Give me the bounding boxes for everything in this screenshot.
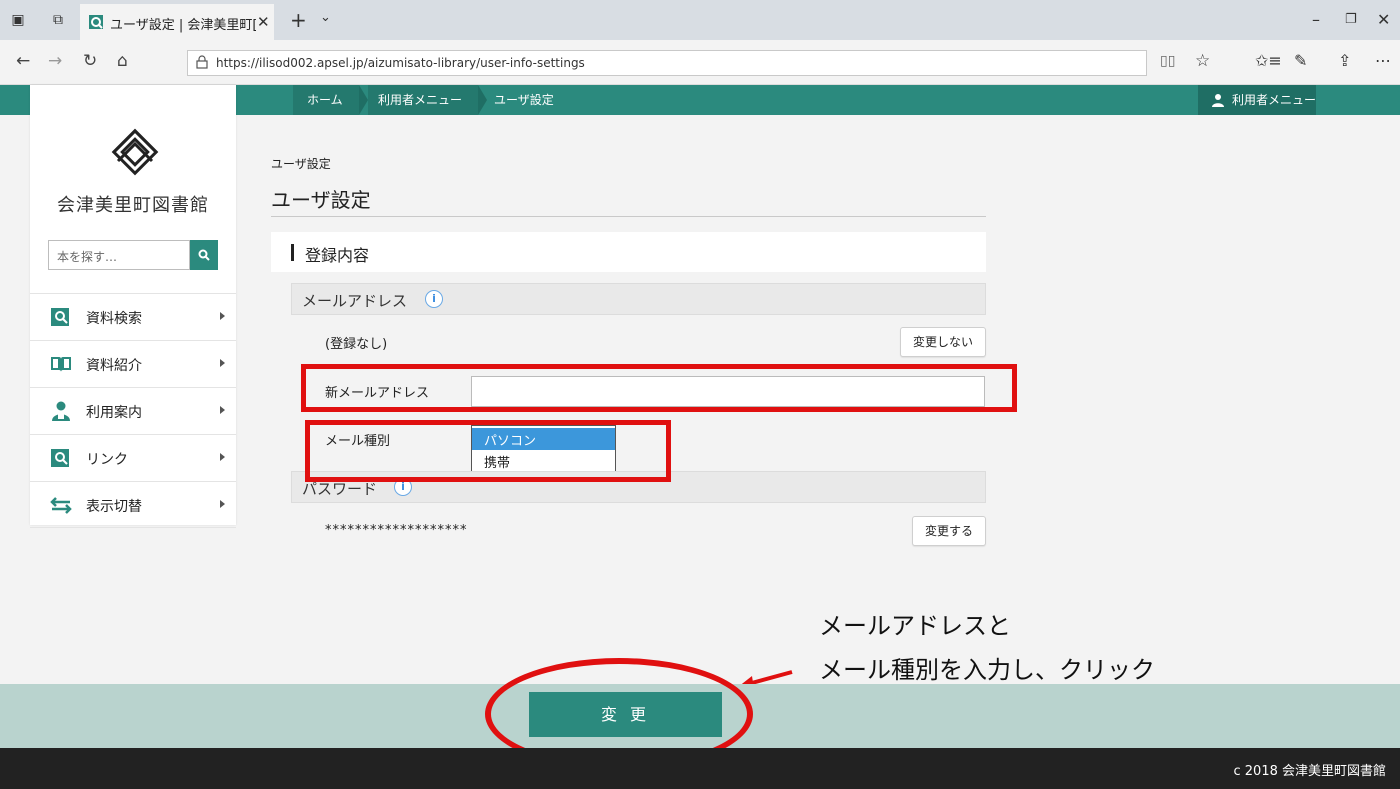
book-search-input[interactable]: 本を探す…	[48, 240, 190, 270]
site-footer: c 2018 会津美里町図書館	[0, 748, 1400, 789]
restore-icon[interactable]: ❐	[1345, 12, 1357, 27]
person-icon	[52, 401, 70, 421]
breadcrumb-home-label: ホーム	[307, 93, 343, 107]
sidebar-item-label: 表示切替	[86, 499, 142, 515]
url-text: https://ilisod002.apsel.jp/aizumisato-li…	[216, 56, 585, 70]
url-field[interactable]: https://ilisod002.apsel.jp/aizumisato-li…	[187, 50, 1147, 76]
annotation-highlight-email	[301, 364, 1017, 412]
breadcrumb-separator	[478, 85, 487, 115]
browser-address-bar: ← → ↻ ⌂ https://ilisod002.apsel.jp/aizum…	[0, 40, 1400, 85]
new-tab-icon[interactable]: +	[290, 8, 307, 32]
user-menu-label: 利用者メニュー	[1232, 93, 1317, 107]
minimize-icon[interactable]: –	[1312, 10, 1320, 29]
open-book-icon	[51, 357, 71, 372]
back-icon[interactable]: ←	[16, 51, 30, 71]
tab-list-chevron-icon[interactable]: ⌄	[320, 10, 331, 25]
page-title: ユーザ設定	[271, 188, 371, 212]
title-divider	[271, 216, 986, 217]
browser-tab-bar: ▣ ⧉ ユーザ設定 | 会津美里町[ ✕ + ⌄ – ❐ ✕	[0, 0, 1400, 40]
sidebar-item-usage-guide[interactable]: 利用案内	[30, 387, 236, 434]
share-icon[interactable]: ⇪	[1338, 51, 1351, 70]
breadcrumb-user-menu-label: 利用者メニュー	[378, 93, 463, 107]
caret-right-icon	[220, 312, 225, 320]
breadcrumb-home[interactable]: ホーム	[293, 85, 359, 115]
breadcrumb-current: ユーザ設定	[494, 93, 554, 107]
section-header: 登録内容	[271, 232, 986, 272]
sidebar: 会津美里町図書館 本を探す… 資料検索 資料紹介 利用案内 リンク 表示切替	[30, 85, 236, 528]
user-menu-button[interactable]: 利用者メニュー	[1198, 85, 1316, 115]
annotation-text-line1: メールアドレスと	[819, 612, 1011, 640]
library-name: 会津美里町図書館	[57, 195, 209, 216]
browser-tab-active[interactable]: ユーザ設定 | 会津美里町[ ✕	[80, 4, 274, 40]
sidebar-item-label: 資料紹介	[86, 358, 142, 374]
search-book-icon	[51, 308, 69, 326]
tabs-aside-icon[interactable]: ⧉	[50, 12, 66, 28]
section-title: 登録内容	[305, 246, 370, 265]
tab-title: ユーザ設定 | 会津美里町[	[110, 18, 256, 33]
change-password-button[interactable]: 変更する	[912, 516, 986, 546]
home-icon[interactable]: ⌂	[117, 51, 128, 71]
library-logo-icon[interactable]	[108, 125, 162, 179]
link-search-icon	[51, 449, 69, 467]
email-field-header: メールアドレス i	[291, 283, 986, 315]
switch-arrows-icon	[50, 497, 72, 514]
breadcrumb-separator	[359, 85, 368, 115]
user-icon	[1212, 94, 1224, 107]
sidebar-menu: 資料検索 資料紹介 利用案内 リンク 表示切替	[30, 293, 236, 528]
annotation-text-line2: メール種別を入力し、クリック	[819, 656, 1155, 684]
current-email-value: (登録なし)	[325, 337, 388, 352]
sidebar-item-label: 利用案内	[86, 405, 142, 421]
search-button[interactable]	[190, 240, 218, 270]
site-favicon-icon	[89, 15, 103, 29]
caret-right-icon	[220, 500, 225, 508]
more-icon[interactable]: ⋯	[1375, 51, 1391, 70]
web-note-icon[interactable]: ✎	[1294, 51, 1307, 70]
favorite-star-icon[interactable]: ☆	[1195, 51, 1210, 71]
search-icon	[198, 249, 210, 261]
favorites-hub-icon[interactable]: ✩≡	[1255, 51, 1282, 70]
sidebar-item-material-intro[interactable]: 資料紹介	[30, 340, 236, 387]
lock-icon	[196, 55, 208, 69]
no-change-button[interactable]: 変更しない	[900, 327, 986, 357]
sidebar-item-material-search[interactable]: 資料検索	[30, 293, 236, 340]
sidebar-item-label: 資料検索	[86, 311, 142, 327]
reading-view-icon[interactable]: ▯▯	[1160, 53, 1175, 69]
sidebar-item-links[interactable]: リンク	[30, 434, 236, 481]
info-icon[interactable]: i	[425, 290, 443, 308]
window-close-icon[interactable]: ✕	[1377, 10, 1390, 29]
password-masked-value: *******************	[325, 523, 468, 538]
page-breadcrumb: ユーザ設定	[271, 157, 331, 171]
forward-icon[interactable]: →	[48, 51, 62, 71]
refresh-icon[interactable]: ↻	[83, 51, 97, 71]
annotation-highlight-type	[305, 420, 671, 482]
copyright-text: c 2018 会津美里町図書館	[1233, 764, 1387, 779]
caret-right-icon	[220, 359, 225, 367]
caret-right-icon	[220, 453, 225, 461]
caret-right-icon	[220, 406, 225, 414]
sidebar-item-display-toggle[interactable]: 表示切替	[30, 481, 236, 528]
breadcrumb-user-menu[interactable]: 利用者メニュー	[368, 85, 478, 115]
section-bar-marker	[291, 244, 294, 261]
sidebar-item-label: リンク	[86, 452, 128, 468]
tab-close-icon[interactable]: ✕	[257, 13, 270, 31]
set-aside-tabs-icon[interactable]: ▣	[10, 12, 26, 28]
email-heading: メールアドレス	[302, 292, 408, 310]
